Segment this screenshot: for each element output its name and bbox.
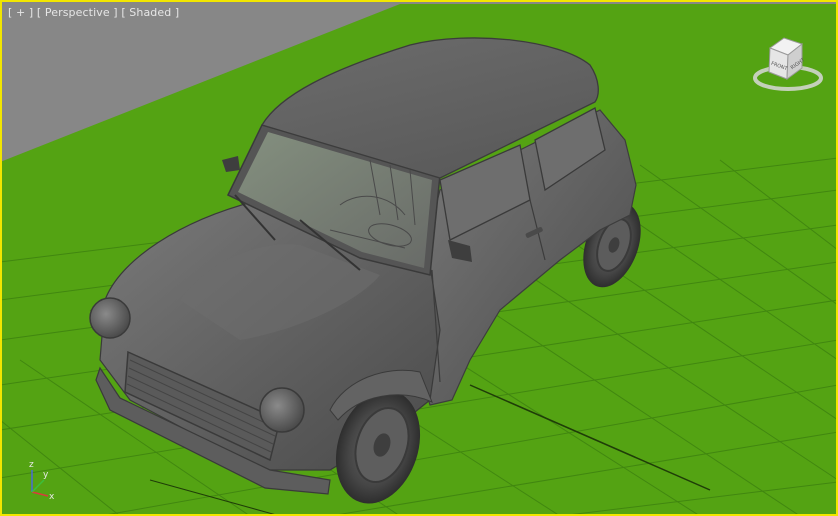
x-axis-line [31, 491, 49, 497]
perspective-viewport[interactable]: [ + ] [ Perspective ] [ Shaded ] FRONT R… [0, 0, 838, 516]
viewport-point-of-view-menu[interactable]: [ Perspective ] [37, 6, 118, 19]
viewcube[interactable]: FRONT RIGHT [750, 34, 824, 100]
y-axis-line [31, 479, 45, 493]
viewport-scene[interactable] [0, 0, 838, 516]
z-axis-label: z [29, 460, 34, 470]
viewport-label: [ + ] [ Perspective ] [ Shaded ] [8, 6, 179, 19]
headlight-right [259, 387, 305, 433]
y-axis-label: y [43, 470, 49, 480]
axis-tripod: z y x [29, 460, 55, 502]
viewport-shading-menu[interactable]: [ Shaded ] [121, 6, 179, 19]
x-axis-label: x [49, 492, 55, 502]
viewport-general-menu[interactable]: [ + ] [8, 6, 33, 19]
headlight-left [89, 297, 131, 339]
